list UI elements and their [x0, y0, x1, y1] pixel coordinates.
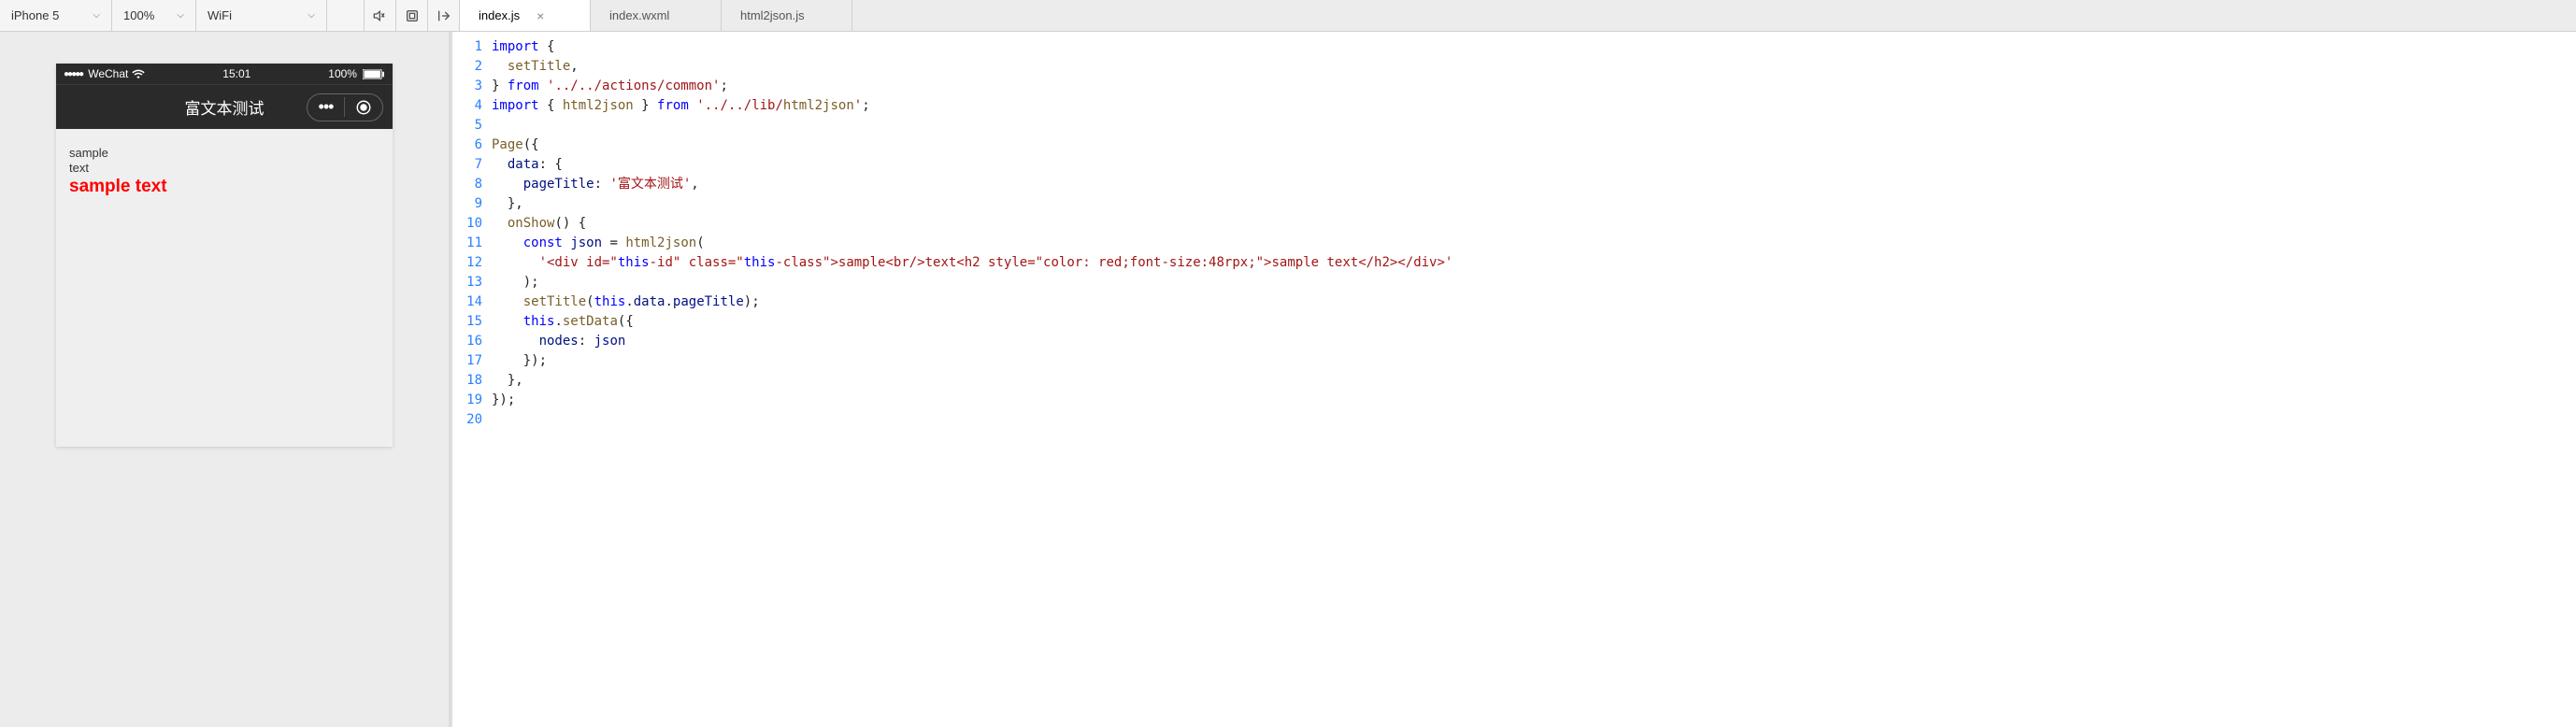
sample-text-line2: text: [69, 161, 379, 176]
editor-tabs: index.js × index.wxml html2json.js: [460, 0, 2576, 31]
zoom-selector[interactable]: 100% ⌵: [112, 0, 196, 31]
more-icon: •••: [319, 97, 334, 117]
phone-simulator: ●●●●● WeChat 15:01 100% 富文本测试 •••: [56, 64, 393, 447]
main-area: ●●●●● WeChat 15:01 100% 富文本测试 •••: [0, 32, 2576, 727]
target-icon: [355, 99, 372, 116]
wifi-icon: [132, 69, 145, 78]
device-selector[interactable]: iPhone 5 ⌵: [0, 0, 112, 31]
tab-html2json-js[interactable]: html2json.js: [722, 0, 852, 31]
menu-button[interactable]: •••: [308, 97, 345, 117]
phone-content: sample text sample text: [56, 129, 393, 447]
chevron-down-icon: ⌵: [308, 10, 315, 21]
signal-icon: ●●●●●: [64, 69, 82, 79]
detach-button[interactable]: [428, 0, 460, 31]
tab-label: index.wxml: [609, 8, 669, 22]
sample-text-line1: sample: [69, 146, 379, 161]
sample-text-red: sample text: [69, 177, 379, 197]
zoom-selector-label: 100%: [123, 8, 154, 22]
chevron-down-icon: ⌵: [177, 10, 184, 21]
status-left: ●●●●● WeChat: [64, 67, 145, 80]
tab-index-js[interactable]: index.js ×: [460, 0, 591, 31]
simulator-pane: ●●●●● WeChat 15:01 100% 富文本测试 •••: [0, 32, 449, 727]
mute-button[interactable]: [365, 0, 396, 31]
line-gutter: 1234567891011121314151617181920: [452, 32, 492, 727]
speaker-mute-icon: [373, 8, 388, 23]
close-button[interactable]: [345, 99, 382, 116]
battery-icon: [363, 69, 385, 79]
rotate-button[interactable]: [396, 0, 428, 31]
rotate-icon: [405, 8, 420, 23]
network-selector[interactable]: WiFi ⌵: [196, 0, 327, 31]
status-time: 15:01: [222, 67, 250, 80]
tab-label: html2json.js: [740, 8, 805, 22]
code-content[interactable]: import { setTitle,} from '../../actions/…: [492, 32, 2576, 727]
detach-icon: [436, 8, 451, 23]
carrier-label: WeChat: [88, 67, 128, 80]
phone-navigation-bar: 富文本测试 •••: [56, 84, 393, 129]
tab-index-wxml[interactable]: index.wxml: [591, 0, 722, 31]
chevron-down-icon: ⌵: [93, 10, 100, 21]
code-editor[interactable]: 1234567891011121314151617181920 import {…: [452, 32, 2576, 727]
battery-label: 100%: [328, 67, 357, 80]
status-right: 100%: [328, 67, 385, 80]
page-title: 富文本测试: [185, 95, 265, 119]
toolbar-spacer: [327, 0, 365, 31]
toolbar: iPhone 5 ⌵ 100% ⌵ WiFi ⌵ index.js × inde…: [0, 0, 2576, 32]
device-selector-label: iPhone 5: [11, 8, 59, 22]
phone-status-bar: ●●●●● WeChat 15:01 100%: [56, 64, 393, 84]
close-icon[interactable]: ×: [537, 8, 544, 23]
capsule-button: •••: [307, 93, 383, 121]
network-selector-label: WiFi: [208, 8, 232, 22]
tab-label: index.js: [479, 8, 520, 22]
